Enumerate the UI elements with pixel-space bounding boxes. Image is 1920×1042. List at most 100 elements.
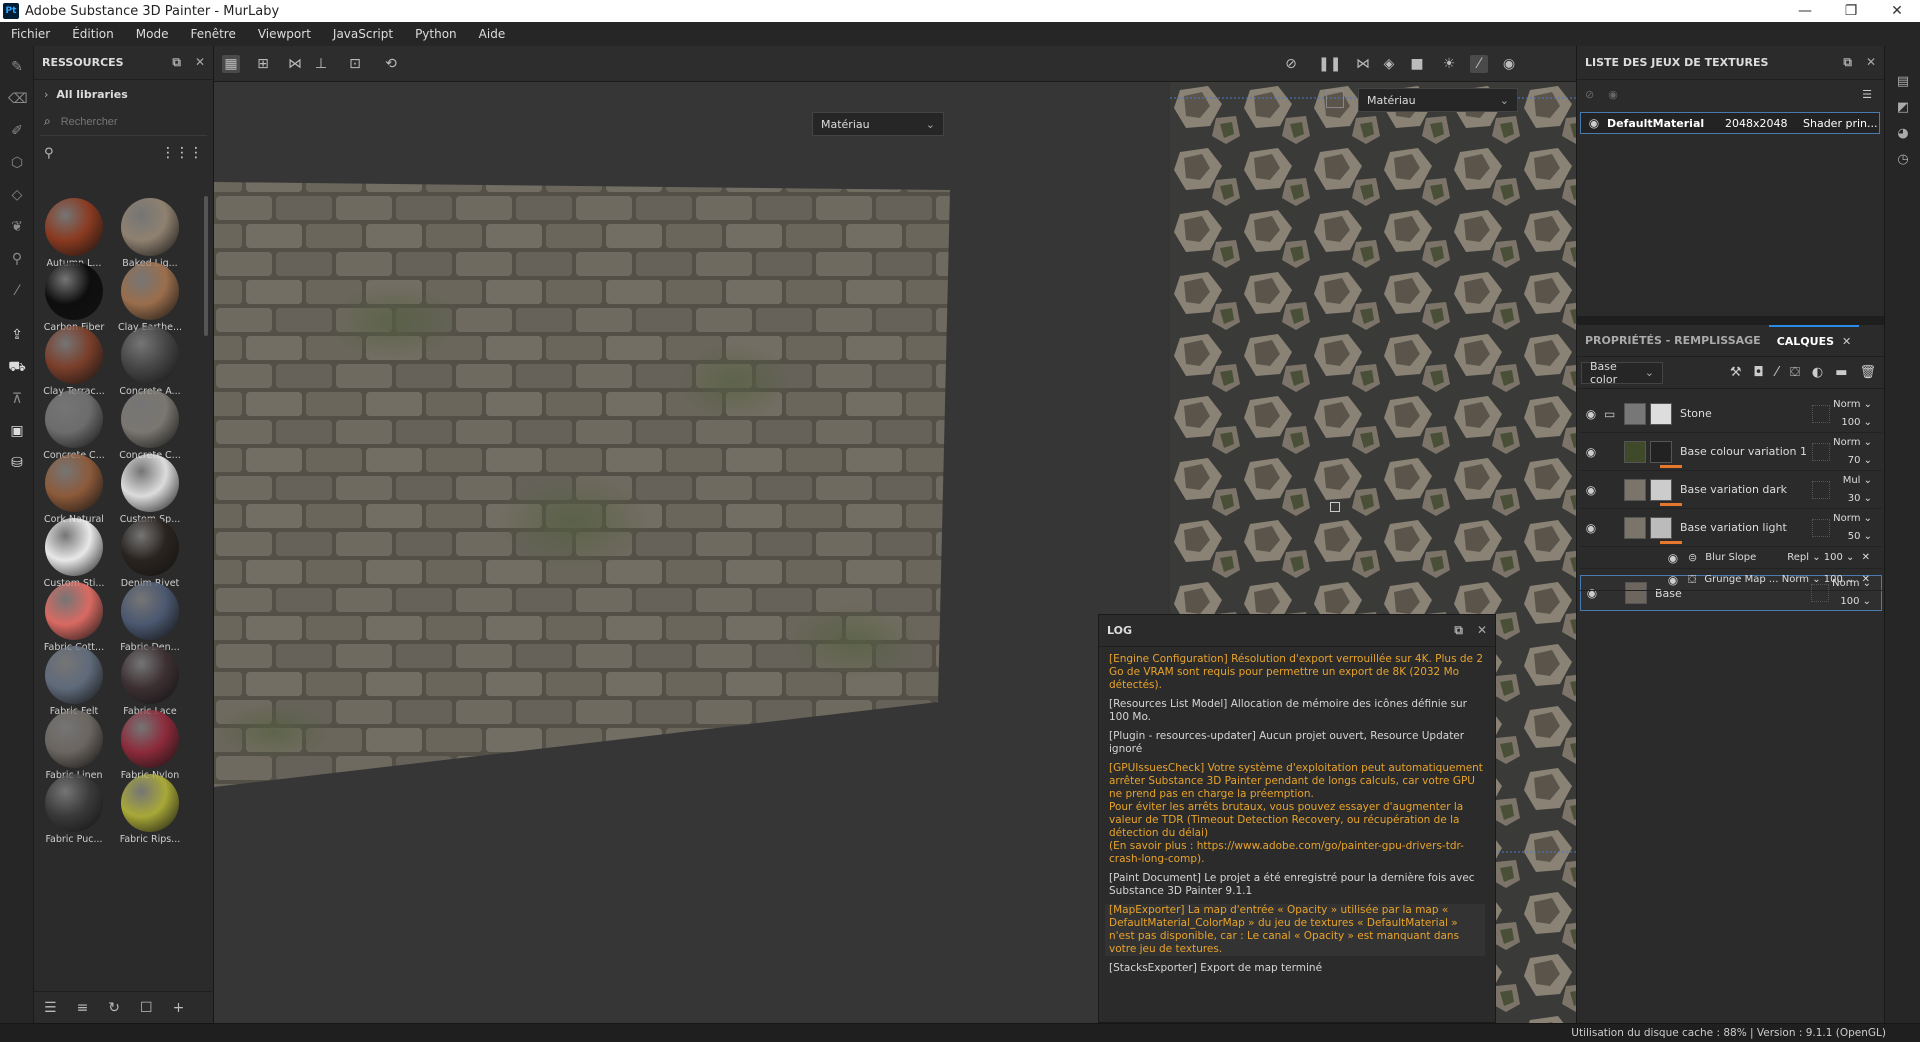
- remove-effect-icon[interactable]: ✕: [1862, 552, 1870, 563]
- add-mask-icon[interactable]: ◘: [1753, 365, 1763, 380]
- layer-blend-mode[interactable]: Norm: [1833, 513, 1860, 524]
- render-icon[interactable]: ◉: [1500, 55, 1518, 73]
- layer-opacity[interactable]: 50: [1848, 531, 1861, 542]
- bake-icon[interactable]: ⛟: [8, 358, 26, 376]
- grid-view-icon[interactable]: ⋮⋮⋮: [161, 145, 203, 161]
- layer-blend[interactable]: Norm ⌄ 70 ⌄: [1833, 434, 1872, 470]
- eye-icon[interactable]: ◉: [1666, 573, 1680, 587]
- tiles-mode-icon[interactable]: ⊞: [254, 55, 272, 73]
- history-icon[interactable]: ⟲: [382, 55, 400, 73]
- float-panel-icon[interactable]: ⧉: [1843, 55, 1852, 70]
- eye-icon[interactable]: ◉: [1584, 483, 1598, 497]
- resources-scrollbar[interactable]: [204, 196, 208, 336]
- 3d-view[interactable]: Matériau ⌄: [214, 82, 1168, 1023]
- fit-icon[interactable]: ⊡: [346, 55, 364, 73]
- menu-fenetre[interactable]: Fenêtre: [179, 27, 246, 41]
- layer-row[interactable]: ◉ Base variation dark Mul ⌄ 30 ⌄: [1580, 471, 1882, 509]
- effect-blend-mode[interactable]: Norm: [1782, 574, 1809, 585]
- layer-blend[interactable]: Norm ⌄ 50 ⌄: [1833, 510, 1872, 546]
- tab-layers[interactable]: CALQUES ✕: [1768, 324, 1860, 357]
- close-window-icon[interactable]: ✕: [1874, 3, 1920, 19]
- eye-icon[interactable]: ◉: [1587, 116, 1601, 130]
- paint-brush-icon[interactable]: ✎: [8, 58, 26, 76]
- view2d-material-select[interactable]: Matériau ⌄: [1358, 88, 1518, 112]
- layer-mask-slot[interactable]: [1812, 442, 1830, 461]
- polygon-fill-icon[interactable]: ◇: [8, 186, 26, 204]
- split-view-icon[interactable]: ⋈: [1354, 55, 1372, 73]
- layer-mask-slot[interactable]: [1812, 404, 1830, 423]
- texture-sets-dock-icon[interactable]: ▤: [1895, 74, 1911, 90]
- picker-icon[interactable]: ⁄: [8, 282, 26, 300]
- layer-blend[interactable]: Mul ⌄ 30 ⌄: [1843, 472, 1872, 508]
- close-panel-icon[interactable]: ✕: [1866, 55, 1876, 70]
- sort-icon[interactable]: ☰: [44, 1000, 57, 1016]
- visibility-icon[interactable]: ◉: [1608, 88, 1618, 101]
- effect-opacity[interactable]: 100: [1824, 574, 1843, 585]
- add-icon[interactable]: +: [173, 1000, 185, 1016]
- layer-row[interactable]: ◉ Base variation light Norm ⌄ 50 ⌄: [1580, 509, 1882, 547]
- menu-fichier[interactable]: Fichier: [0, 27, 61, 41]
- list-options-icon[interactable]: ≡: [77, 1000, 89, 1016]
- layer-blend-mode[interactable]: Norm: [1833, 437, 1860, 448]
- refresh-icon[interactable]: ↻: [108, 1000, 120, 1016]
- uv-frame-handle-icon[interactable]: [1326, 90, 1344, 108]
- layer-row[interactable]: ◉ Base colour variation 1 Norm ⌄ 70 ⌄: [1580, 433, 1882, 471]
- clone-stamp-icon[interactable]: ⚲: [8, 250, 26, 268]
- effect-row[interactable]: ◉ ⊜ Blur Slope Repl ⌄ 100 ⌄ ✕: [1580, 547, 1882, 569]
- layer-opacity[interactable]: 100: [1841, 417, 1860, 428]
- effect-blend-mode[interactable]: Repl: [1787, 552, 1809, 563]
- symmetry-icon[interactable]: ⋈: [286, 55, 304, 73]
- layer-row[interactable]: ◉ ▭ Stone Norm ⌄ 100 ⌄: [1580, 395, 1882, 433]
- add-fill-layer-icon[interactable]: ⛋: [1790, 365, 1800, 380]
- menu-mode[interactable]: Mode: [125, 27, 180, 41]
- history-dock-icon[interactable]: ◷: [1895, 152, 1911, 168]
- eye-icon[interactable]: ◉: [1584, 445, 1598, 459]
- 3d-view-icon[interactable]: ◈: [1380, 55, 1398, 73]
- delete-layer-icon[interactable]: 🗑: [1859, 365, 1876, 380]
- mask-thumbnail[interactable]: [1650, 402, 1672, 425]
- close-tab-icon[interactable]: ✕: [1842, 335, 1851, 348]
- channel-select[interactable]: Base color ⌄: [1581, 360, 1663, 386]
- camera-icon[interactable]: ■: [1408, 55, 1426, 73]
- texture-set-shader[interactable]: Shader prin...: [1803, 117, 1878, 130]
- add-folder-icon[interactable]: ▬: [1835, 365, 1847, 380]
- add-smart-material-icon[interactable]: ◐: [1812, 365, 1823, 380]
- layer-opacity[interactable]: 70: [1848, 455, 1861, 466]
- smudge-icon[interactable]: ❦: [8, 218, 26, 236]
- mask-thumbnail[interactable]: [1650, 516, 1672, 539]
- menu-javascript[interactable]: JavaScript: [322, 27, 404, 41]
- new-folder-icon[interactable]: ☐: [140, 1000, 153, 1016]
- display-settings-icon[interactable]: ◩: [1895, 100, 1911, 116]
- menu-python[interactable]: Python: [404, 27, 468, 41]
- layer-opacity[interactable]: 30: [1848, 493, 1861, 504]
- paint-mode-icon[interactable]: ⁄: [1470, 55, 1488, 73]
- projection-icon[interactable]: ✐: [8, 122, 26, 140]
- material-tile[interactable]: Fabric Rips...: [116, 772, 184, 850]
- material-tile[interactable]: Fabric Puc...: [40, 772, 108, 850]
- maximize-icon[interactable]: ❐: [1828, 3, 1874, 19]
- minimize-icon[interactable]: —: [1782, 3, 1828, 19]
- lighting-icon[interactable]: ☀: [1440, 55, 1458, 73]
- layer-blend-mode[interactable]: Mul: [1843, 475, 1861, 486]
- layer-mask-slot[interactable]: [1812, 480, 1830, 499]
- library-icon[interactable]: ⛁: [8, 454, 26, 472]
- layer-blend-mode[interactable]: Norm: [1833, 399, 1860, 410]
- effect-row[interactable]: ◉ ⛋ Grunge Map ... Norm ⌄ 100 ⌄ ✕: [1580, 569, 1882, 591]
- align-icon[interactable]: ⊥: [312, 55, 330, 73]
- mask-thumbnail[interactable]: [1650, 478, 1672, 501]
- float-panel-icon[interactable]: ⧉: [1454, 623, 1463, 638]
- search-input[interactable]: [60, 115, 181, 128]
- link-icon[interactable]: ⊘: [1585, 88, 1594, 101]
- grid-mode-icon[interactable]: ▦: [222, 55, 240, 73]
- pause-icon[interactable]: ❚❚: [1318, 55, 1341, 73]
- menu-aide[interactable]: Aide: [468, 27, 517, 41]
- filter-icon[interactable]: ⚲: [44, 146, 54, 161]
- close-panel-icon[interactable]: ✕: [1477, 623, 1487, 638]
- view3d-material-select[interactable]: Matériau ⌄: [812, 112, 944, 136]
- eye-icon[interactable]: ◉: [1584, 521, 1598, 535]
- menu-edition[interactable]: Édition: [61, 27, 125, 41]
- layer-blend[interactable]: Norm ⌄ 100 ⌄: [1833, 396, 1872, 432]
- remove-effect-icon[interactable]: ✕: [1862, 574, 1870, 585]
- tab-properties[interactable]: PROPRIÉTÉS - REMPLISSAGE: [1577, 325, 1769, 357]
- float-panel-icon[interactable]: ⧉: [172, 55, 181, 70]
